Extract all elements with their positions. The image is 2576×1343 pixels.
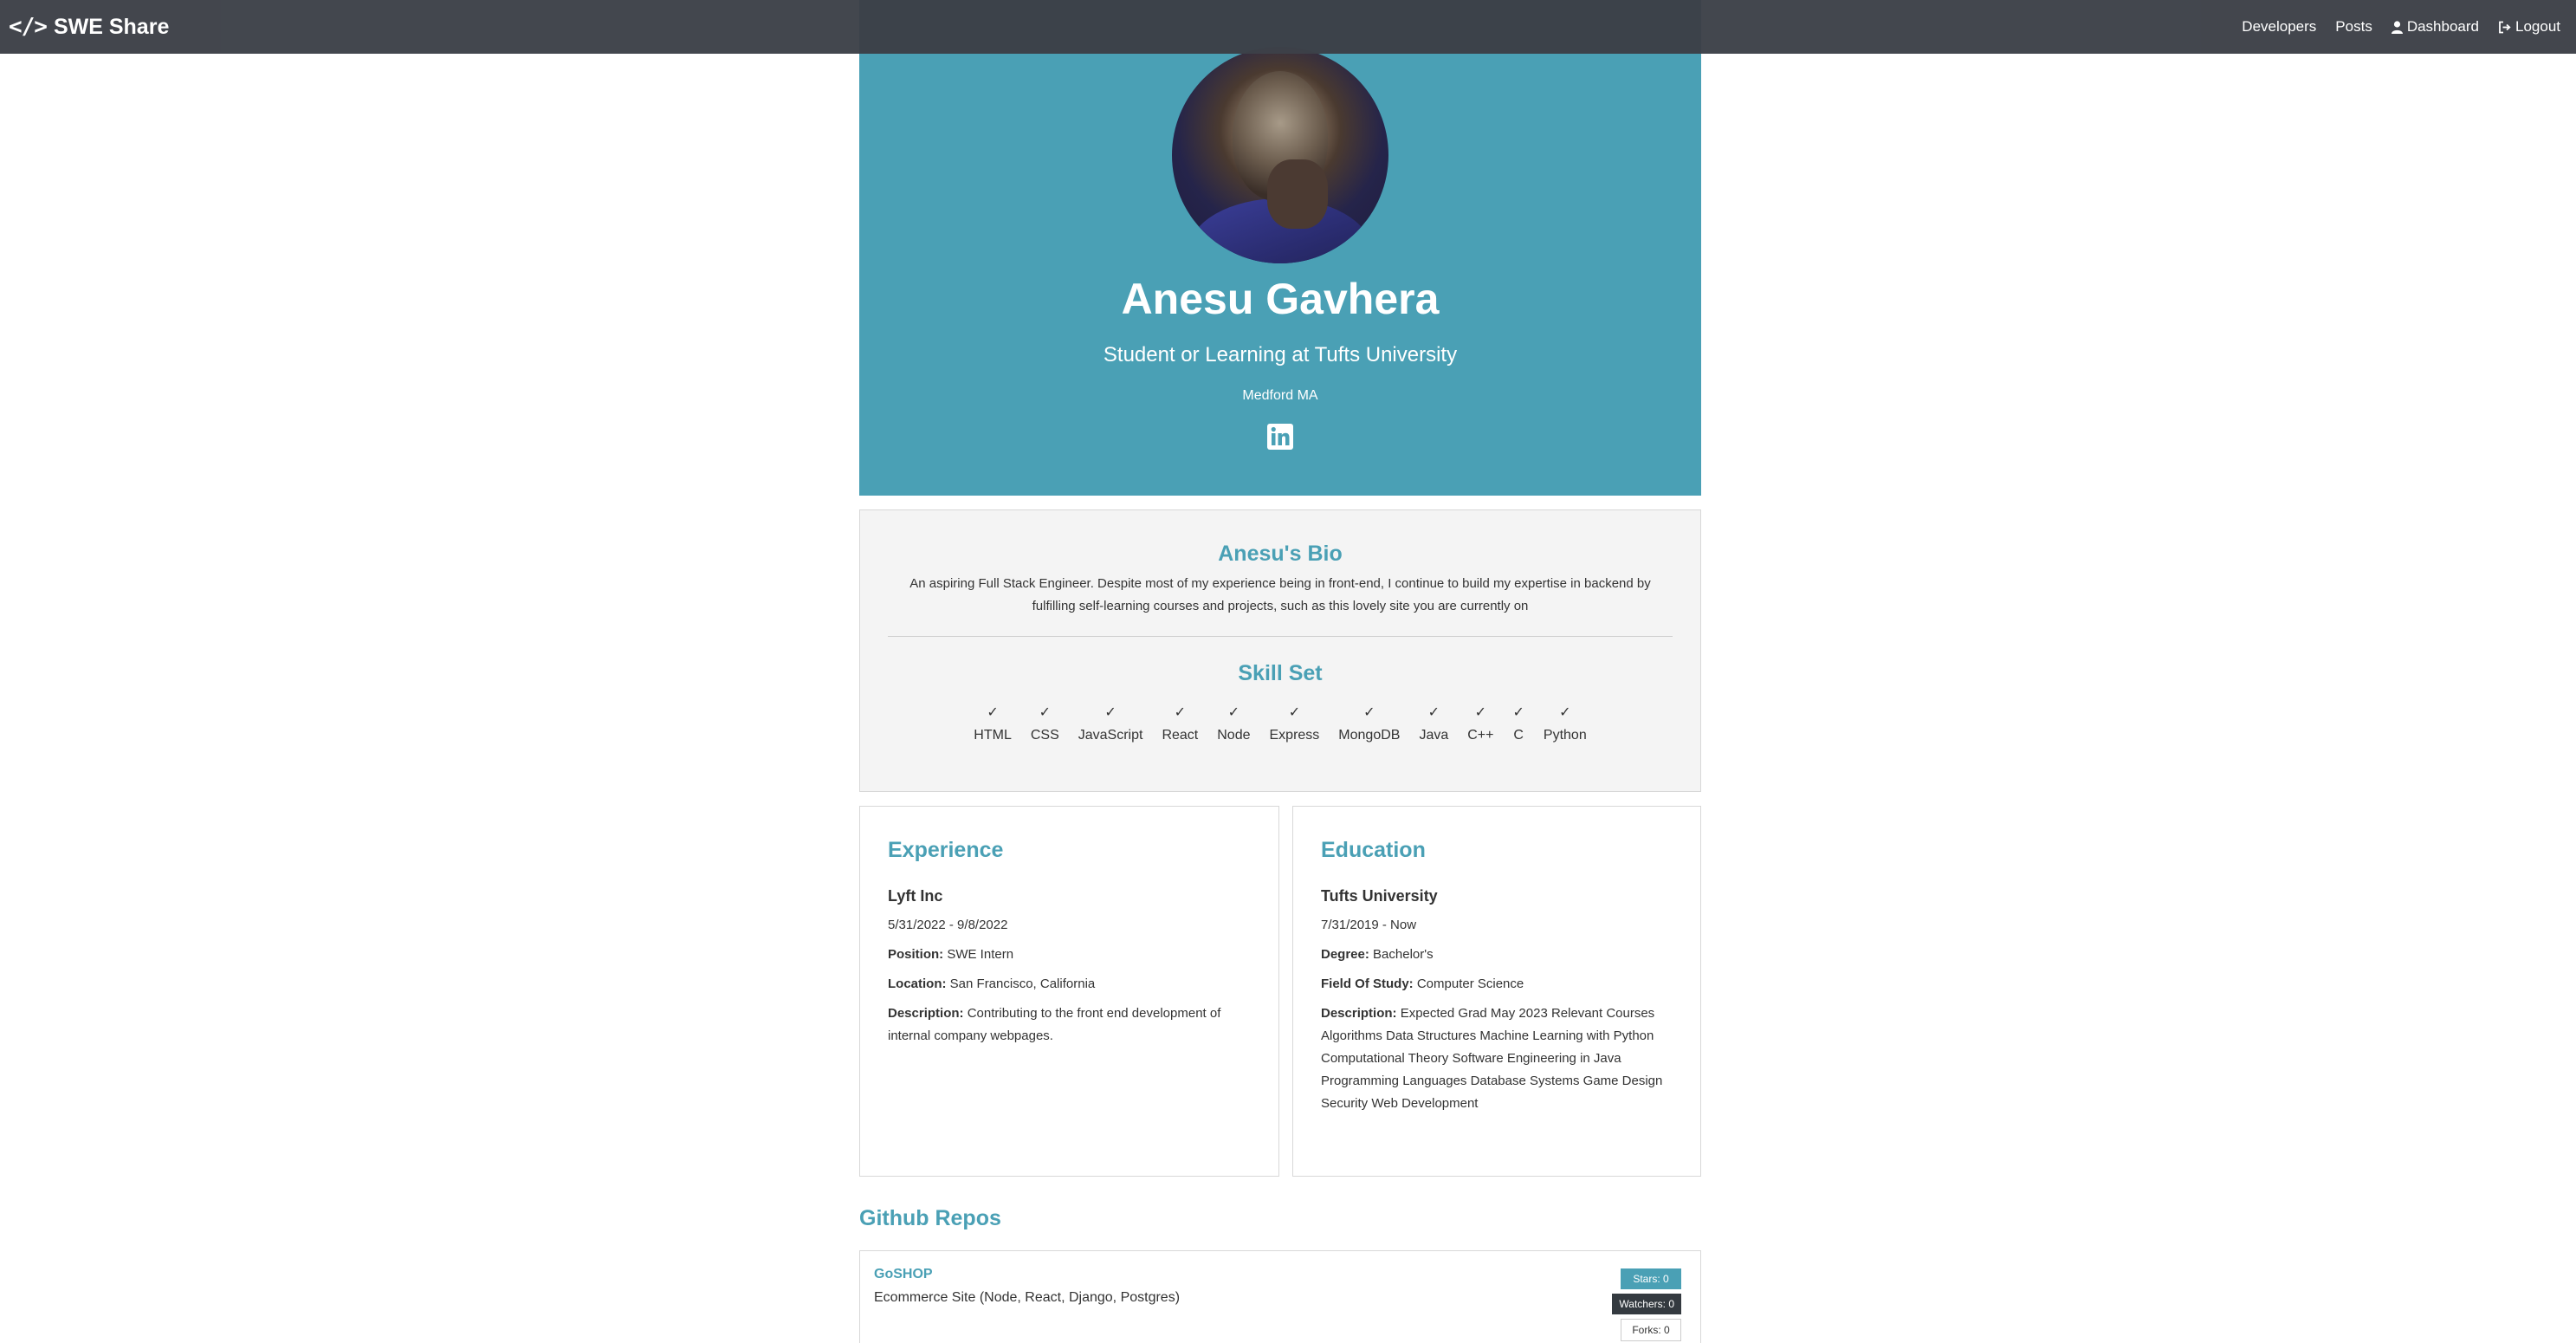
check-icon: ✓ <box>1104 705 1116 720</box>
profile-location: Medford MA <box>1242 388 1318 403</box>
experience-dates: 5/31/2022 - 9/8/2022 <box>888 918 1008 932</box>
check-icon: ✓ <box>1427 705 1440 720</box>
skill-item: ✓ Node <box>1217 705 1251 743</box>
skill-item: ✓ Java <box>1419 705 1449 743</box>
repo-badges: Stars: 0 Watchers: 0 Forks: 0 <box>1612 1268 1681 1341</box>
watchers-badge: Watchers: 0 <box>1612 1294 1681 1314</box>
repo-card: GoSHOP Ecommerce Site (Node, React, Djan… <box>859 1250 1701 1343</box>
profile-name: Anesu Gavhera <box>1121 275 1440 323</box>
forks-badge: Forks: 0 <box>1621 1319 1681 1341</box>
experience-position: Position: SWE Intern <box>888 947 1014 962</box>
repo-description: Ecommerce Site (Node, React, Django, Pos… <box>874 1290 1181 1305</box>
education-dates: 7/31/2019 - Now <box>1321 918 1417 932</box>
skill-item: ✓ CSS <box>1030 705 1059 743</box>
skill-item: ✓ MongoDB <box>1338 705 1401 743</box>
check-icon: ✓ <box>1363 705 1375 720</box>
bio-title: Anesu's Bio <box>1218 542 1343 566</box>
check-icon: ✓ <box>1227 705 1240 720</box>
nav-developers-link[interactable]: Developers <box>2242 18 2316 36</box>
profile-container: Anesu Gavhera Student or Learning at Tuf… <box>859 0 1701 1343</box>
experience-item: Lyft Inc 5/31/2022 - 9/8/2022 Position: … <box>888 885 1243 1054</box>
company-name: Lyft Inc <box>888 887 943 905</box>
user-icon <box>2391 20 2403 34</box>
nav-logout-link[interactable]: Logout <box>2498 18 2560 36</box>
avatar <box>1172 47 1388 263</box>
bio-text: An aspiring Full Stack Engineer. Despite… <box>909 576 1651 613</box>
check-icon: ✓ <box>1474 705 1487 720</box>
skill-item: ✓ Python <box>1543 705 1587 743</box>
skill-item: ✓ Express <box>1269 705 1320 743</box>
check-icon: ✓ <box>1512 705 1524 720</box>
profile-top: Anesu Gavhera Student or Learning at Tuf… <box>859 0 1701 496</box>
github-repos-title: Github Repos <box>859 1206 1001 1230</box>
skills-list: ✓ HTML ✓ CSS ✓ JavaScript ✓ React ✓ Node ✓ Exp… <box>888 705 1673 743</box>
nav-dashboard-link[interactable]: Dashboard <box>2391 18 2479 36</box>
skill-item: ✓ C++ <box>1467 705 1494 743</box>
skill-item: ✓ HTML <box>974 705 1012 743</box>
education-field: Field Of Study: Computer Science <box>1321 976 1524 991</box>
stars-badge: Stars: 0 <box>1621 1268 1681 1289</box>
navbar: </> SWE Share Developers Posts Dashboard… <box>0 0 2576 54</box>
nav-logout-label: Logout <box>2515 18 2560 35</box>
skill-item: ✓ React <box>1162 705 1199 743</box>
profile-status: Student or Learning at Tufts University <box>1103 343 1458 367</box>
bio-section: Anesu's Bio An aspiring Full Stack Engin… <box>859 509 1701 792</box>
nav-links: Developers Posts Dashboard Logout <box>2242 18 2560 36</box>
skill-set-title: Skill Set <box>1238 661 1323 685</box>
education-description: Description: Expected Grad May 2023 Rele… <box>1321 1006 1663 1111</box>
check-icon: ✓ <box>1174 705 1187 720</box>
divider <box>888 636 1673 637</box>
experience-section: Experience Lyft Inc 5/31/2022 - 9/8/2022… <box>859 806 1279 1177</box>
check-icon: ✓ <box>987 705 999 720</box>
experience-title: Experience <box>888 838 1004 862</box>
education-item: Tufts University 7/31/2019 - Now Degree:… <box>1321 885 1676 1122</box>
skill-item: ✓ C <box>1512 705 1524 743</box>
repo-name-link[interactable]: GoSHOP <box>874 1267 933 1282</box>
nav-posts-link[interactable]: Posts <box>2335 18 2372 36</box>
brand-link[interactable]: </> SWE Share <box>9 14 169 40</box>
check-icon: ✓ <box>1559 705 1571 720</box>
education-section: Education Tufts University 7/31/2019 - N… <box>1292 806 1701 1177</box>
check-icon: ✓ <box>1039 705 1051 720</box>
education-title: Education <box>1321 838 1426 862</box>
brand-name: SWE Share <box>53 14 170 39</box>
check-icon: ✓ <box>1288 705 1301 720</box>
avatar-hand <box>1267 159 1328 229</box>
skill-item: ✓ JavaScript <box>1078 705 1143 743</box>
experience-location: Location: San Francisco, California <box>888 976 1096 991</box>
nav-dashboard-label: Dashboard <box>2406 18 2479 35</box>
code-icon: </> <box>9 14 48 40</box>
linkedin-icon[interactable] <box>1266 423 1294 451</box>
experience-description: Description: Contributing to the front e… <box>888 1006 1221 1043</box>
sign-out-icon <box>2498 21 2511 34</box>
school-name: Tufts University <box>1321 887 1438 905</box>
education-degree: Degree: Bachelor's <box>1321 947 1434 962</box>
